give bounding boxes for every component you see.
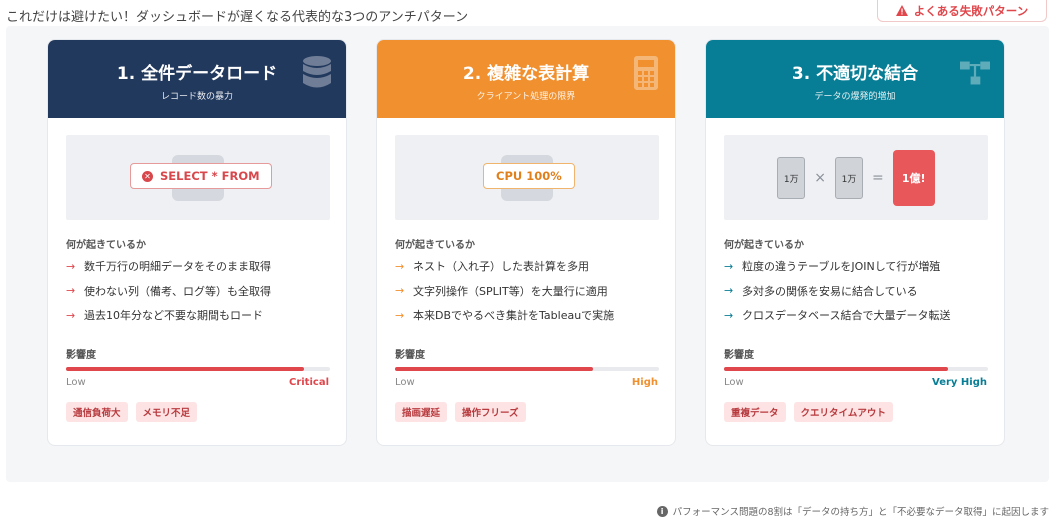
cpu-load-visual: CPU 100% <box>395 135 659 220</box>
table-b-tile: 1万 <box>835 157 863 199</box>
section-label: 何が起きているか <box>724 240 804 251</box>
impact-bar-fill <box>724 367 949 371</box>
select-all-pill: ✕ SELECT * FROM <box>130 163 272 189</box>
tag: メモリ不足 <box>135 402 198 422</box>
arrow-right-icon: → <box>66 259 76 273</box>
page-title: これだけは避けたい！ダッシュボードが遅くなる代表的な3つのアンチパターン <box>6 10 469 25</box>
impact-scale-low: Low <box>395 377 415 388</box>
impact-label: 影響度 <box>395 350 425 361</box>
impact-bar <box>724 367 988 371</box>
times-operator: × <box>814 170 826 186</box>
arrow-right-icon: → <box>66 284 76 298</box>
list-item-text: 粒度の違うテーブルをJOINして行が増殖 <box>742 260 941 274</box>
section-label: 何が起きているか <box>66 240 146 251</box>
full-load-visual: ✕ SELECT * FROM <box>66 135 330 220</box>
list-item-text: 使わない列（備考、ログ等）も全取得 <box>84 284 271 298</box>
tag-list: 通信負荷大 メモリ不足 <box>66 402 198 422</box>
tag-list: 描画遅延 操作フリーズ <box>395 402 526 422</box>
arrow-right-icon: → <box>724 284 734 298</box>
list-item-text: 本来DBでやるべき集計をTableauで実施 <box>413 309 615 323</box>
list-item: → 粒度の違うテーブルをJOINして行が増殖 <box>724 254 950 279</box>
list-item: → ネスト（入れ子）した表計算を多用 <box>395 254 614 279</box>
antipattern-card-complex-calc: 2. 複雑な表計算 クライアント処理の限界 CPU 100% 何が起きているか … <box>376 39 676 446</box>
select-all-text: SELECT * FROM <box>160 169 260 183</box>
list-item-text: ネスト（入れ子）した表計算を多用 <box>413 260 589 274</box>
result-tile: 1億! <box>892 150 935 206</box>
card-subtitle: データの爆発的増加 <box>814 92 896 102</box>
arrow-right-icon: → <box>724 308 734 322</box>
impact-label: 影響度 <box>66 350 96 361</box>
impact-scale-high: High <box>631 377 658 388</box>
badge-label: よくある失敗パターン <box>913 3 1029 18</box>
footnote-text: パフォーマンス問題の8割は「データの持ち方」と「不必要なデータ取得」に起因します <box>672 507 1049 518</box>
antipattern-card-bad-join: 3. 不適切な結合 データの爆発的増加 1万 × 1万 = 1億! 何が起きてい… <box>705 39 1005 446</box>
arrow-right-icon: → <box>395 284 405 298</box>
card-header: 3. 不適切な結合 データの爆発的増加 <box>706 40 1004 118</box>
database-icon <box>303 56 331 88</box>
list-item-text: 文字列操作（SPLIT等）を大量行に適用 <box>413 284 608 298</box>
antipattern-card-full-load: 1. 全件データロード レコード数の暴力 ✕ SELECT * FROM 何が起… <box>47 39 347 446</box>
list-item: → クロスデータベース結合で大量データ転送 <box>724 303 950 328</box>
list-item: → 本来DBでやるべき集計をTableauで実施 <box>395 303 614 328</box>
card-subtitle: クライアント処理の限界 <box>476 92 576 102</box>
tag: 重複データ <box>724 402 786 422</box>
bullet-list: → ネスト（入れ子）した表計算を多用 → 文字列操作（SPLIT等）を大量行に適用 … <box>395 254 614 328</box>
impact-bar-fill <box>66 367 304 371</box>
impact-bar <box>395 367 659 371</box>
list-item: → 数千万行の明細データをそのまま取得 <box>66 254 271 279</box>
error-icon: ✕ <box>142 170 153 182</box>
cpu-usage-pill: CPU 100% <box>483 163 575 189</box>
warning-icon <box>895 5 908 16</box>
list-item: → 使わない列（備考、ログ等）も全取得 <box>66 279 271 304</box>
impact-scale-high: Very High <box>932 377 987 388</box>
list-item-text: 多対多の関係を安易に結合している <box>742 284 918 298</box>
tag: クエリタイムアウト <box>793 402 893 422</box>
list-item: → 文字列操作（SPLIT等）を大量行に適用 <box>395 279 614 304</box>
card-subtitle: レコード数の暴力 <box>160 92 233 102</box>
footnote: i パフォーマンス問題の8割は「データの持ち方」と「不必要なデータ取得」に起因し… <box>656 504 1049 518</box>
arrow-right-icon: → <box>724 259 734 273</box>
sitemap-icon <box>960 61 990 85</box>
card-header: 1. 全件データロード レコード数の暴力 <box>48 40 346 118</box>
list-item-text: クロスデータベース結合で大量データ転送 <box>742 309 951 323</box>
impact-scale-low: Low <box>66 377 86 388</box>
impact-bar-fill <box>395 367 593 371</box>
cpu-usage-text: CPU 100% <box>496 169 562 183</box>
tag-list: 重複データ クエリタイムアウト <box>724 402 893 422</box>
bullet-list: → 数千万行の明細データをそのまま取得 → 使わない列（備考、ログ等）も全取得 → 過… <box>66 254 271 328</box>
arrow-right-icon: → <box>395 308 405 322</box>
tag: 操作フリーズ <box>455 402 526 422</box>
impact-bar <box>66 367 330 371</box>
list-item: → 過去10年分など不要な期間もロード <box>66 303 271 328</box>
join-explosion-visual: 1万 × 1万 = 1億! <box>724 135 988 220</box>
arrow-right-icon: → <box>66 308 76 322</box>
impact-scale-high: Critical <box>288 377 329 388</box>
tag: 通信負荷大 <box>66 402 128 422</box>
list-item-text: 過去10年分など不要な期間もロード <box>84 309 263 323</box>
join-equation: 1万 × 1万 = 1億! <box>724 149 988 207</box>
card-header: 2. 複雑な表計算 クライアント処理の限界 <box>377 40 675 118</box>
section-label: 何が起きているか <box>395 240 475 251</box>
list-item-text: 数千万行の明細データをそのまま取得 <box>84 260 271 274</box>
calculator-icon <box>634 56 658 90</box>
impact-scale-low: Low <box>724 377 744 388</box>
impact-label: 影響度 <box>724 350 754 361</box>
list-item: → 多対多の関係を安易に結合している <box>724 279 950 304</box>
info-icon: i <box>656 505 668 517</box>
equals-operator: = <box>872 170 884 186</box>
bullet-list: → 粒度の違うテーブルをJOINして行が増殖 → 多対多の関係を安易に結合している … <box>724 254 950 328</box>
failure-pattern-badge: よくある失敗パターン <box>877 0 1047 22</box>
table-a-tile: 1万 <box>777 157 806 199</box>
arrow-right-icon: → <box>395 259 405 273</box>
tag: 描画遅延 <box>395 402 448 422</box>
